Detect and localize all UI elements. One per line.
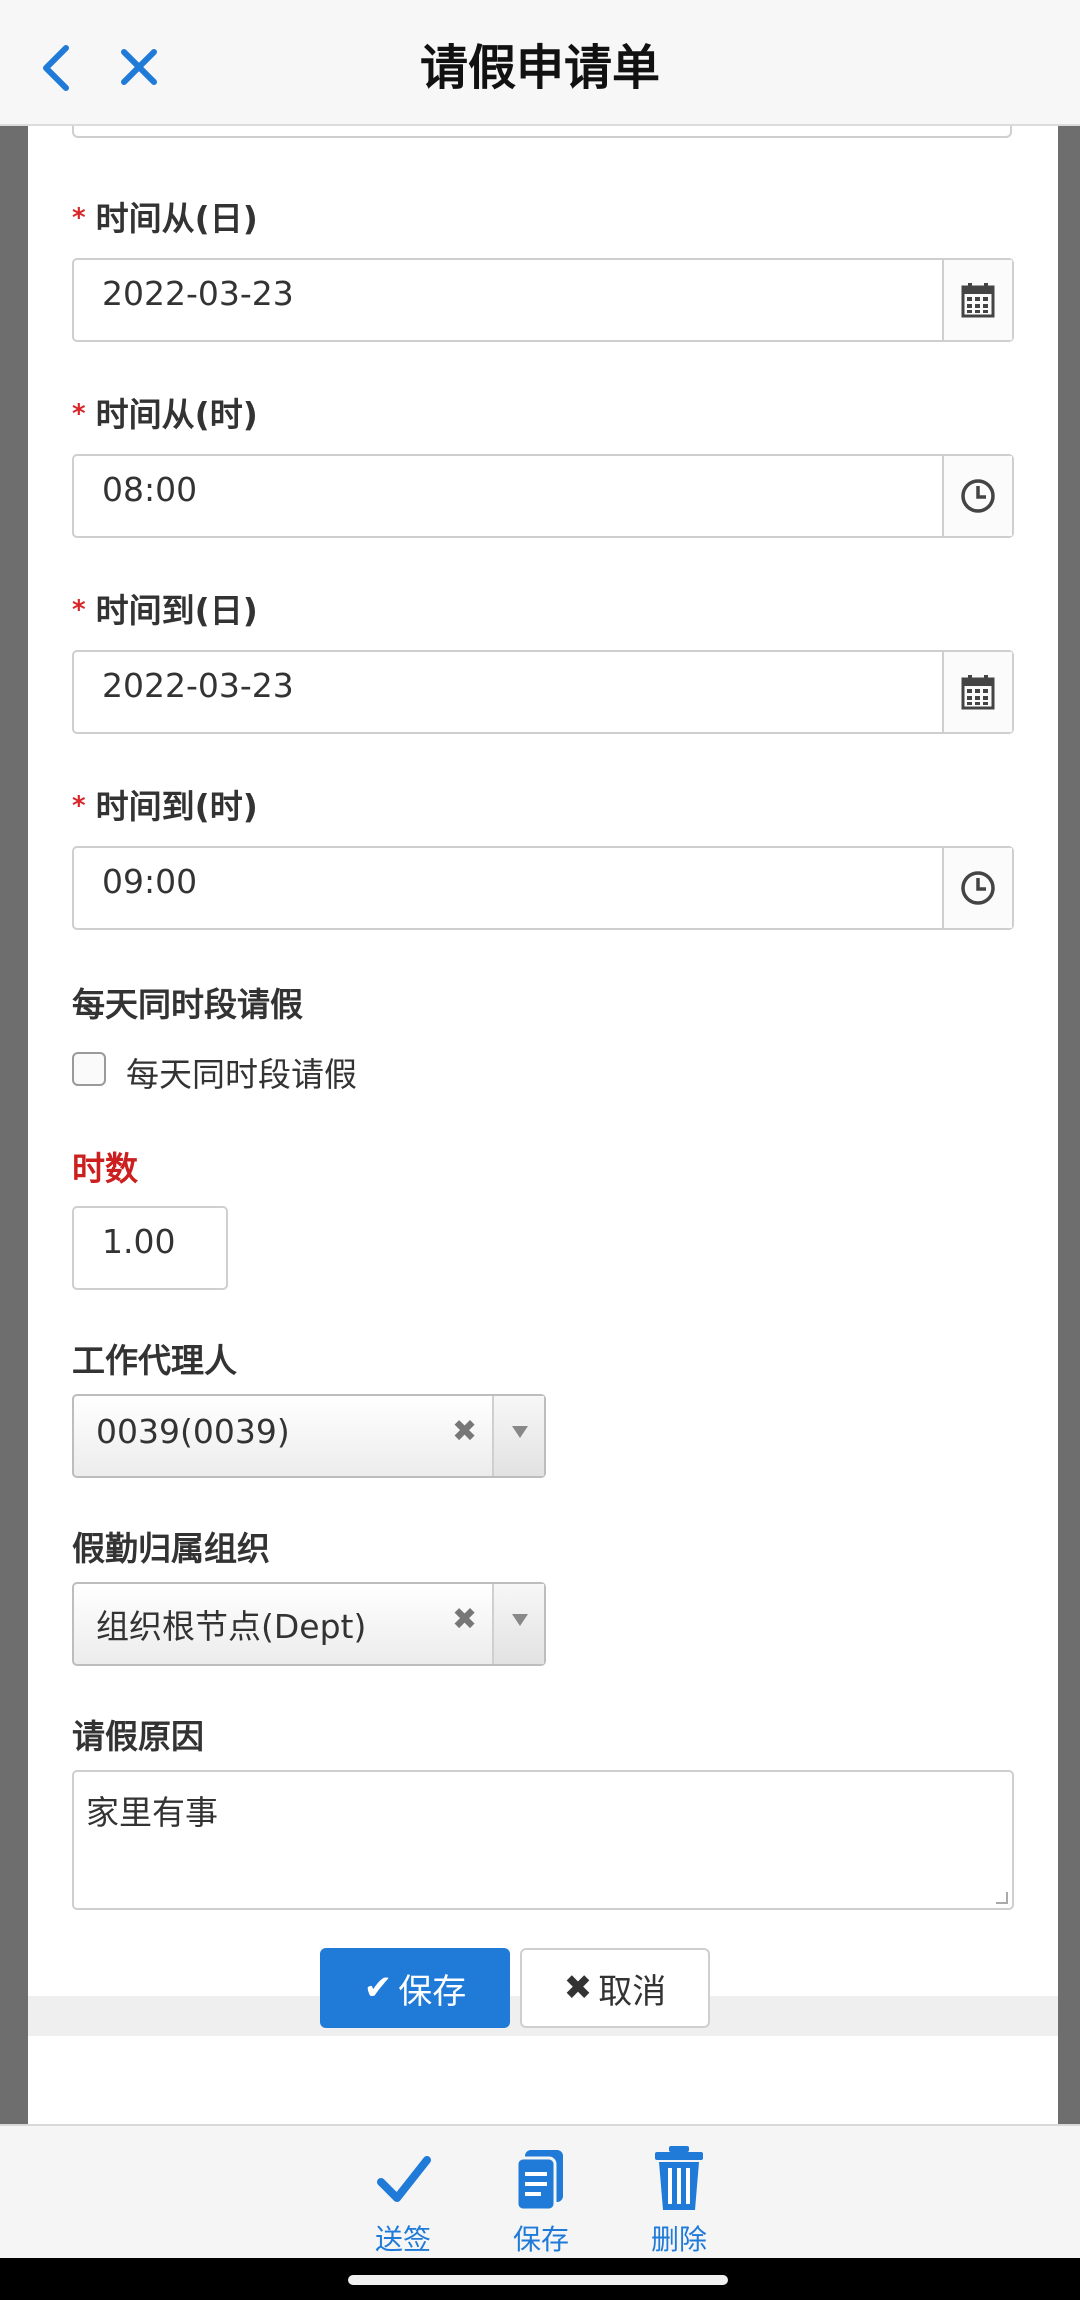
reason-textarea[interactable]: 家里有事 [72,1770,1014,1910]
time-to-label: * 时间到(时) [72,787,258,826]
check-icon: ✔ [363,1968,393,2008]
checkmark-icon [377,2156,431,2202]
date-to-value[interactable]: 2022-03-23 [102,666,294,705]
agent-value[interactable]: 0039(0039) [96,1412,290,1451]
calendar-icon [961,675,995,710]
time-from-picker-button[interactable] [942,456,1012,536]
time-from-field[interactable]: 08:00 [72,454,1014,538]
clock-icon [961,871,995,905]
required-mark: * [72,203,86,233]
org-label: 假勤归属组织 [72,1529,270,1568]
cancel-button[interactable]: ✖ 取消 [520,1948,710,2028]
bottom-toolbar: 送签 保存 删除 [0,2124,1080,2258]
page-title: 请假申请单 [419,40,660,96]
dropdown-arrow-icon[interactable] [492,1584,544,1664]
save-tool-button[interactable]: 保存 [486,2136,596,2256]
time-to-picker-button[interactable] [942,848,1012,928]
date-to-label: * 时间到(日) [72,591,258,630]
time-from-value[interactable]: 08:00 [102,470,197,509]
submit-tool-label: 送签 [374,2223,431,2256]
agent-label: 工作代理人 [72,1341,237,1380]
clear-icon[interactable]: ✖ [452,1414,477,1449]
required-mark: * [72,399,86,429]
time-to-field[interactable]: 09:00 [72,846,1014,930]
date-from-label: * 时间从(日) [72,199,258,238]
document-icon [515,2150,563,2212]
trash-icon [655,2146,703,2210]
submit-tool-button[interactable]: 送签 [348,2136,458,2256]
cancel-button-label: 取消 [598,1971,667,2012]
date-to-picker-button[interactable] [942,652,1012,732]
delete-tool-label: 删除 [650,2223,707,2256]
date-from-value[interactable]: 2022-03-23 [102,274,294,313]
required-mark: * [72,595,86,625]
date-from-picker-button[interactable] [942,260,1012,340]
save-button-label: 保存 [398,1971,467,2012]
hours-value[interactable]: 1.00 [102,1222,175,1261]
hours-label: 时数 [72,1149,138,1188]
clock-icon [961,479,995,513]
hours-field[interactable]: 1.00 [72,1206,228,1290]
save-tool-label: 保存 [512,2223,569,2256]
save-button[interactable]: ✔ 保存 [320,1948,510,2028]
form-panel: * 时间从(日) 2022-03-23 * 时间从(时) 08:00 * 时间到… [28,126,1058,2124]
clear-icon[interactable]: ✖ [452,1602,477,1637]
home-indicator[interactable] [348,2275,728,2285]
reason-label: 请假原因 [72,1717,204,1756]
app-header: 请假申请单 [0,0,1080,126]
dropdown-arrow-icon[interactable] [492,1396,544,1476]
org-value[interactable]: 组织根节点(Dept) [96,1600,366,1648]
date-to-field[interactable]: 2022-03-23 [72,650,1014,734]
calendar-icon [961,283,995,318]
time-to-value[interactable]: 09:00 [102,862,197,901]
required-mark: * [72,791,86,821]
org-select[interactable]: 组织根节点(Dept) ✖ [72,1582,546,1666]
same-period-label: 每天同时段请假 [72,985,303,1024]
reason-value[interactable]: 家里有事 [86,1786,218,1834]
close-icon: ✖ [563,1968,593,2008]
resize-handle[interactable] [996,1892,1008,1904]
date-from-field[interactable]: 2022-03-23 [72,258,1014,342]
same-period-checkbox-text[interactable]: 每天同时段请假 [126,1048,357,1096]
previous-field-bottom [72,126,1012,138]
delete-tool-button[interactable]: 删除 [624,2136,734,2256]
time-from-label: * 时间从(时) [72,395,258,434]
same-period-checkbox[interactable] [72,1052,106,1086]
agent-select[interactable]: 0039(0039) ✖ [72,1394,546,1478]
